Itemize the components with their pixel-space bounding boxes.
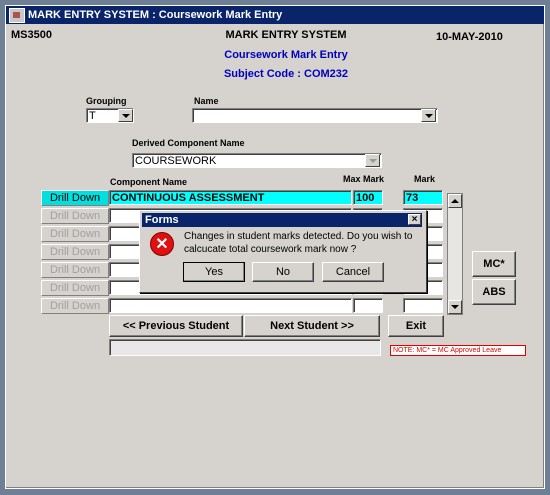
title-bar: MARK ENTRY SYSTEM : Coursework Mark Entr…: [6, 6, 544, 24]
table-cell-mark[interactable]: [403, 298, 443, 313]
dialog-message-line2: calcucate total coursework mark now ?: [184, 244, 357, 255]
dialog-message-line1: Changes in student marks detected. Do yo…: [184, 231, 413, 242]
name-label: Name: [194, 96, 219, 106]
table-cell-component[interactable]: CONTINUOUS ASSESSMENT: [109, 190, 352, 205]
main-window: MARK ENTRY SYSTEM : Coursework Mark Entr…: [5, 5, 545, 489]
derived-dropdown-icon[interactable]: [365, 154, 380, 167]
derived-component-value: COURSEWORK: [135, 155, 217, 167]
grouping-dropdown-icon[interactable]: [118, 109, 133, 122]
table-cell-mark[interactable]: 73: [403, 190, 443, 205]
next-student-button[interactable]: Next Student >>: [244, 315, 380, 337]
exit-button[interactable]: Exit: [388, 315, 444, 337]
system-name: MARK ENTRY SYSTEM: [225, 29, 347, 41]
col-header-max-mark: Max Mark: [343, 174, 385, 184]
dialog-title-bar: Forms ×: [142, 213, 422, 227]
table-cell-component[interactable]: [109, 298, 352, 313]
status-field: [109, 339, 381, 356]
mc-note: NOTE: MC* = MC Approved Leave: [390, 345, 526, 356]
derived-component-label: Derived Component Name: [132, 138, 245, 148]
window-title: MARK ENTRY SYSTEM : Coursework Mark Entr…: [28, 9, 283, 21]
mc-button[interactable]: MC*: [472, 251, 516, 277]
date-display: 10-MAY-2010: [436, 31, 503, 43]
yes-button[interactable]: Yes: [183, 262, 245, 282]
grouping-value: T: [89, 110, 96, 122]
col-header-mark: Mark: [414, 174, 436, 184]
outer-frame: MARK ENTRY SYSTEM : Coursework Mark Entr…: [0, 0, 550, 495]
screen-code: MS3500: [11, 29, 52, 41]
no-button[interactable]: No: [252, 262, 314, 282]
scroll-up-icon[interactable]: [448, 194, 462, 208]
app-icon: [9, 8, 25, 23]
cancel-button[interactable]: Cancel: [322, 262, 384, 282]
table-scrollbar[interactable]: [447, 193, 463, 315]
name-select[interactable]: [192, 108, 438, 123]
abs-button[interactable]: ABS: [472, 279, 516, 305]
error-icon: ✕: [150, 232, 174, 256]
drill-down-button[interactable]: Drill Down: [41, 298, 109, 314]
drill-down-button[interactable]: Drill Down: [41, 280, 109, 296]
subject-code: Subject Code : COM232: [223, 68, 349, 80]
name-dropdown-icon[interactable]: [421, 109, 436, 122]
col-header-component: Component Name: [110, 177, 188, 187]
derived-component-select[interactable]: COURSEWORK: [132, 153, 382, 168]
scroll-down-icon[interactable]: [448, 300, 462, 314]
grouping-label: Grouping: [86, 96, 127, 106]
close-icon[interactable]: ×: [408, 214, 421, 225]
previous-student-button[interactable]: << Previous Student: [109, 315, 243, 337]
page-subtitle: Coursework Mark Entry: [224, 49, 348, 61]
drill-down-button[interactable]: Drill Down: [41, 208, 109, 224]
drill-down-button[interactable]: Drill Down: [41, 190, 109, 206]
dialog-title: Forms: [145, 214, 179, 226]
drill-down-button[interactable]: Drill Down: [41, 226, 109, 242]
drill-down-button[interactable]: Drill Down: [41, 262, 109, 278]
forms-dialog: Forms × ✕ Changes in student marks detec…: [139, 210, 427, 293]
drill-down-button[interactable]: Drill Down: [41, 244, 109, 260]
table-cell-max[interactable]: [353, 298, 383, 313]
table-cell-max[interactable]: 100: [353, 190, 383, 205]
